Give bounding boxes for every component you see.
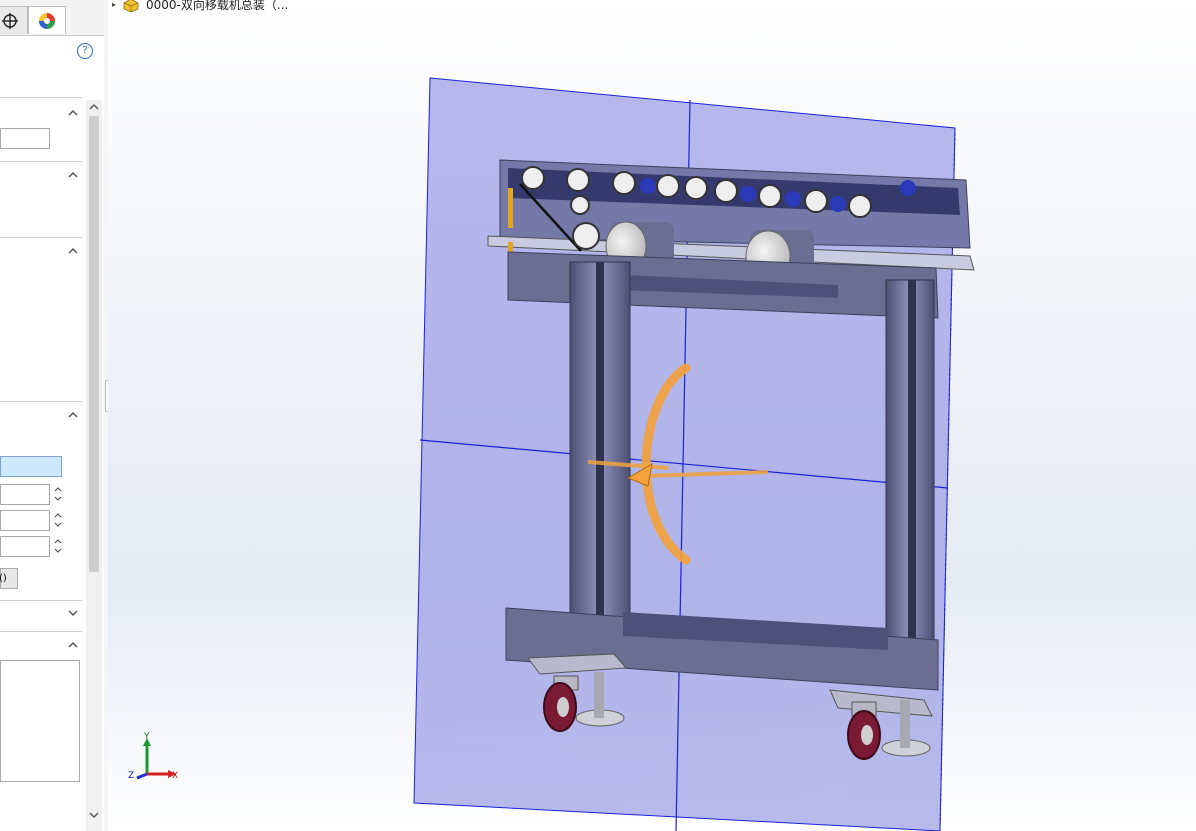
spinner-icon[interactable] [53,536,63,556]
config-tab[interactable] [0,6,28,34]
help-icon[interactable]: ? [77,43,93,59]
section-divider [0,631,82,632]
scroll-down-icon[interactable] [88,810,100,820]
chevron-up-icon[interactable] [67,639,79,651]
property-manager-panel: ? () [0,0,105,831]
value-field-1[interactable] [0,484,50,505]
appearance-tab[interactable] [28,6,66,34]
selection-box[interactable] [0,456,62,477]
chevron-up-icon[interactable] [67,245,79,257]
graphics-area[interactable]: ▸ 0000-双向移载机总装（... Y X Z [108,0,1196,831]
axis-y-label: Y [143,732,150,742]
axis-z-label: Z [128,771,134,781]
section-divider [0,161,82,162]
axis-triad: Y X Z [128,732,178,781]
axis-x-label: X [172,771,178,781]
scrollbar-thumb[interactable] [89,116,99,572]
value-field-2[interactable] [0,510,50,531]
spinner-icon[interactable] [53,510,63,530]
section-divider [0,97,82,98]
chevron-up-icon[interactable] [67,409,79,421]
scroll-up-icon[interactable] [88,102,100,112]
section-divider [0,600,82,601]
chevron-up-icon[interactable] [67,169,79,181]
text-field[interactable] [0,128,50,149]
spinner-icon[interactable] [53,484,63,504]
chevron-down-icon[interactable] [67,607,79,619]
chevron-up-icon[interactable] [67,107,79,119]
color-wheel-icon [39,12,55,29]
value-field-3[interactable] [0,536,50,557]
crosshair-icon [2,12,18,29]
panel-tab-bar [0,0,104,36]
model-canvas: Y X Z [128,77,975,831]
section-divider [0,401,82,402]
section-divider [0,237,82,238]
panel-scrollbar[interactable] [86,100,102,831]
small-button[interactable]: () [0,568,18,589]
selection-list[interactable] [0,660,80,782]
